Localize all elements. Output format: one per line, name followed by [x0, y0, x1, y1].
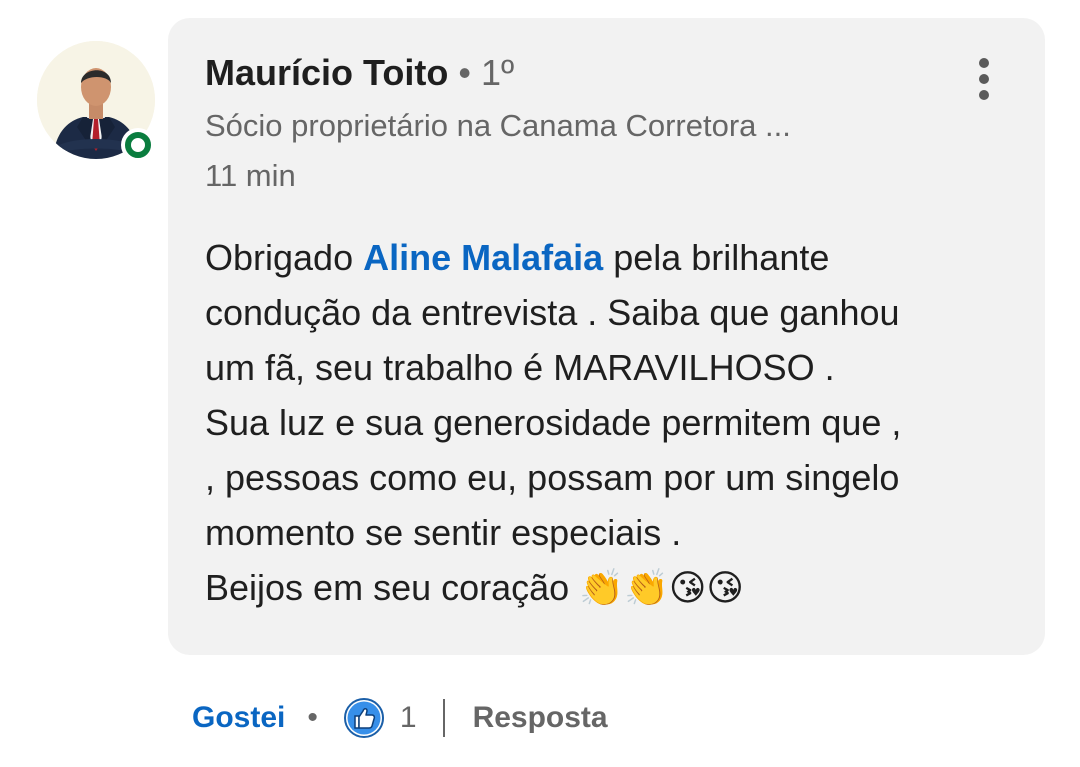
comment-line: Beijos em seu coração 👏👏😘😘 [205, 567, 744, 608]
more-dot-icon [979, 90, 989, 100]
author-headline: Sócio proprietário na Canama Corretora .… [205, 108, 791, 143]
reaction-count[interactable]: 1 [400, 701, 417, 735]
comment-line: condução da entrevista . Saiba que ganho… [205, 292, 900, 333]
mention-link[interactable]: Aline Malafaia [363, 237, 603, 278]
comment: Maurício Toito • 1º Sócio proprietário n… [0, 0, 1080, 767]
author-name[interactable]: Maurício Toito [205, 52, 448, 93]
online-indicator-icon [125, 132, 151, 158]
online-status-badge [121, 128, 155, 162]
comment-line: Sua luz e sua generosidade permitem que … [205, 402, 902, 443]
comment-line: , pessoas como eu, possam por um singelo [205, 457, 900, 498]
comment-timestamp: 11 min [205, 158, 296, 193]
like-button[interactable]: Gostei [192, 701, 285, 735]
comment-bubble: Maurício Toito • 1º Sócio proprietário n… [168, 18, 1045, 655]
comment-line: um fã, seu trabalho é MARAVILHOSO . [205, 347, 835, 388]
comment-actions: Gostei • 1 Resposta [192, 696, 608, 740]
comment-line: Obrigado Aline Malafaia pela brilhante [205, 230, 1025, 285]
comment-text-segment: pela brilhante [603, 237, 830, 278]
more-dot-icon [979, 58, 989, 68]
divider [442, 699, 445, 737]
reply-button[interactable]: Resposta [473, 701, 608, 735]
author-line: Maurício Toito • 1º [205, 53, 514, 93]
more-options-button[interactable] [966, 54, 1002, 104]
thumbs-up-icon[interactable] [343, 698, 384, 738]
comment-text-segment: Obrigado [205, 237, 364, 278]
comment-text: Obrigado Aline Malafaia pela brilhante c… [205, 230, 1025, 615]
more-dot-icon [979, 74, 989, 84]
connection-degree: • 1º [458, 52, 515, 93]
comment-line: momento se sentir especiais . [205, 512, 682, 553]
separator-dot: • [307, 701, 318, 734]
